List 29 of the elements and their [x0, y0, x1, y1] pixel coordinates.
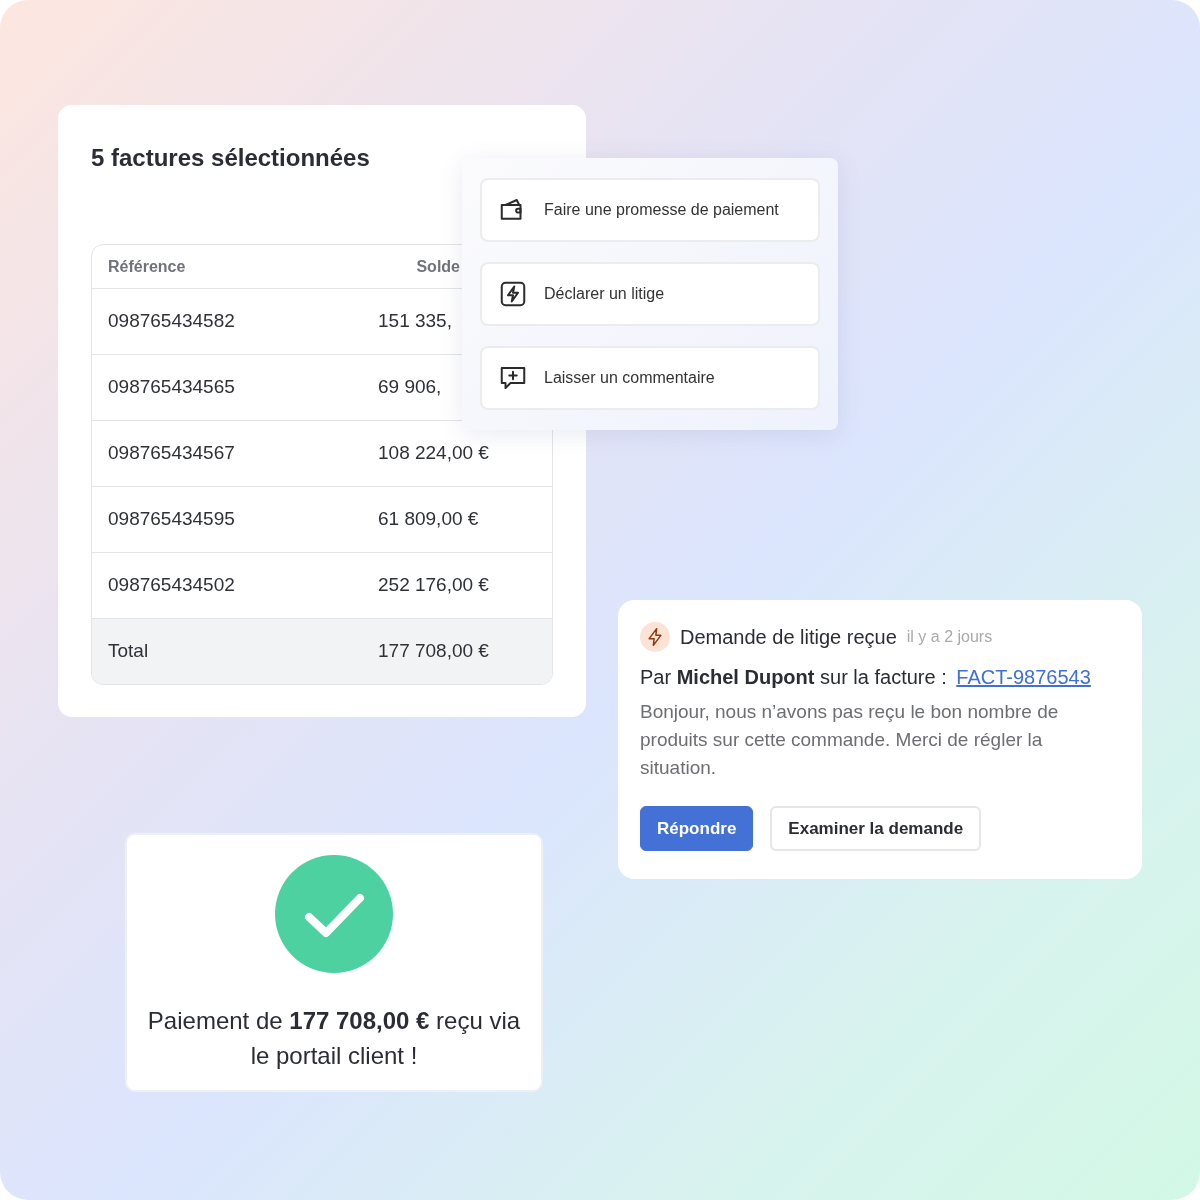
table-cell-text: 69 906,	[378, 375, 442, 400]
review-button[interactable]: Examiner la demande	[770, 806, 982, 851]
reply-button[interactable]: Répondre	[640, 806, 754, 851]
table-cell-text: 151 335,	[378, 309, 452, 334]
table-cell-text: 108 224,00 €	[378, 441, 489, 466]
payment-message: Paiement de 177 708,00 € reçu via le portail client !	[146, 1006, 522, 1071]
column-header: Référence	[108, 256, 187, 277]
menu-item[interactable]: Faire une promesse de paiement	[480, 178, 820, 242]
check-circle-icon	[275, 855, 393, 973]
lightning-icon	[498, 279, 528, 309]
table-cell-text: 252 176,00 €	[378, 573, 489, 598]
timestamp: il y a 2 jours	[906, 627, 993, 647]
menu-item[interactable]: Laisser un commentaire	[480, 346, 820, 410]
table-cell-text: Total	[108, 639, 150, 664]
table-cell-text: 098765434595	[108, 507, 236, 532]
table-cell-text: 098765434502	[108, 573, 236, 598]
table-cell-text: 61 809,00 €	[378, 507, 479, 532]
invoice-link[interactable]: FACT-9876543	[956, 666, 1091, 688]
menu-item[interactable]: Déclarer un litige	[480, 262, 820, 326]
lightning-icon	[640, 622, 670, 652]
byline-text: Par Michel Dupont sur la facture : FACT-9876543	[640, 665, 1092, 690]
message-text: Bonjour, nous n’avons pas reçu le bon nombre de produits sur cette commande. Merci de régler la situation.	[640, 700, 1060, 780]
notification-title: Demande de litige reçue	[680, 625, 897, 650]
table-cell-text: 177 708,00 €	[378, 639, 489, 664]
card-title: 5 factures sélectionnées	[91, 143, 371, 173]
table-cell-text: 098765434565	[108, 375, 236, 400]
table-cell-text: 098765434567	[108, 441, 236, 466]
column-header: Solde	[415, 256, 460, 277]
table-cell-text: 098765434582	[108, 309, 236, 334]
